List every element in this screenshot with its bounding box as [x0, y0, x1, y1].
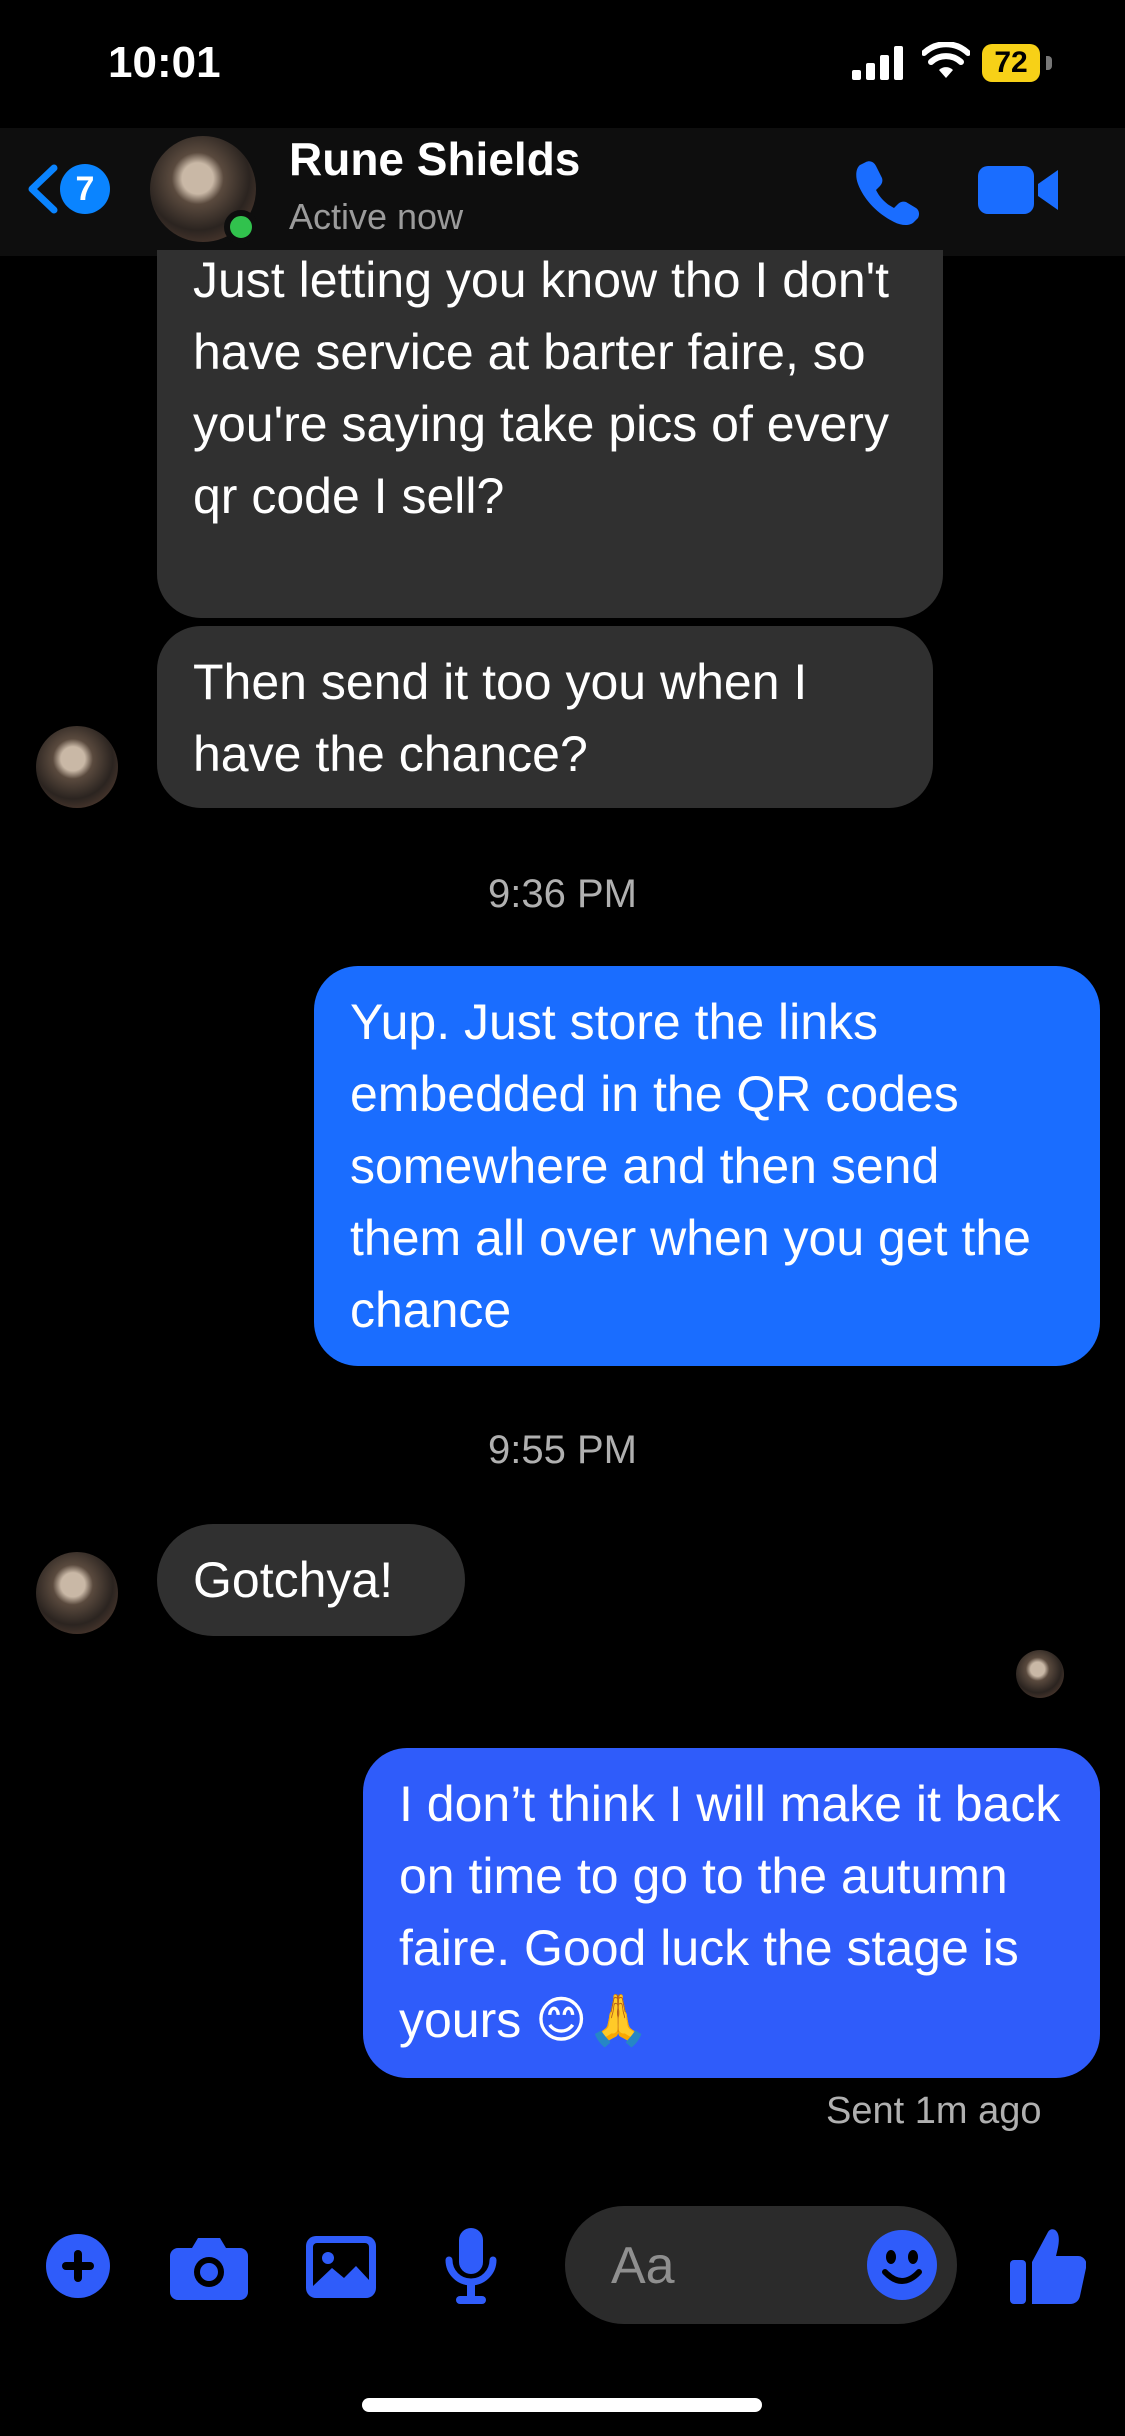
- message-incoming[interactable]: Just letting you know tho I don't have s…: [157, 250, 943, 618]
- online-status-dot: [224, 210, 258, 244]
- sender-avatar[interactable]: [36, 1552, 118, 1634]
- message-text: I don’t think I will make it back on tim…: [399, 1776, 1061, 2048]
- microphone-icon[interactable]: [444, 2228, 498, 2306]
- contact-name[interactable]: Rune Shields: [289, 132, 580, 186]
- message-input[interactable]: [609, 2206, 863, 2326]
- message-composer[interactable]: [565, 2206, 957, 2326]
- unread-count-badge: 7: [60, 164, 110, 214]
- message-text: Just letting you know tho I don't have s…: [193, 252, 890, 524]
- sender-avatar[interactable]: [36, 726, 118, 808]
- message-timestamp: 9:55 PM: [488, 1428, 637, 1472]
- status-time: 10:01: [108, 38, 221, 87]
- battery-level: 72: [982, 44, 1040, 82]
- message-incoming[interactable]: Gotchya!: [157, 1524, 465, 1636]
- message-outgoing[interactable]: I don’t think I will make it back on tim…: [363, 1748, 1100, 2078]
- camera-icon[interactable]: [170, 2234, 248, 2300]
- sent-status: Sent 1m ago: [826, 2090, 1042, 2132]
- home-indicator: [362, 2398, 762, 2412]
- thumbs-up-icon[interactable]: [1010, 2226, 1086, 2306]
- gallery-icon[interactable]: [306, 2236, 376, 2298]
- wifi-icon: [922, 42, 970, 78]
- back-chevron-icon: [28, 164, 58, 214]
- battery-indicator: 72: [982, 44, 1052, 82]
- message-timestamp: 9:36 PM: [488, 872, 637, 916]
- signal-icon: [852, 46, 903, 80]
- plus-icon[interactable]: [44, 2232, 112, 2300]
- back-button[interactable]: 7: [24, 158, 124, 220]
- read-receipt-avatar: [1016, 1650, 1064, 1698]
- message-text: Then send it too you when I have the cha…: [193, 654, 808, 782]
- message-text: Yup. Just store the links embedded in th…: [350, 994, 1031, 1338]
- phone-icon[interactable]: [852, 156, 922, 226]
- message-incoming[interactable]: Then send it too you when I have the cha…: [157, 626, 933, 808]
- video-camera-icon[interactable]: [978, 162, 1060, 218]
- message-outgoing[interactable]: Yup. Just store the links embedded in th…: [314, 966, 1100, 1366]
- message-text: Gotchya!: [193, 1552, 394, 1608]
- emoji-icon[interactable]: [865, 2228, 939, 2302]
- contact-status: Active now: [289, 196, 464, 237]
